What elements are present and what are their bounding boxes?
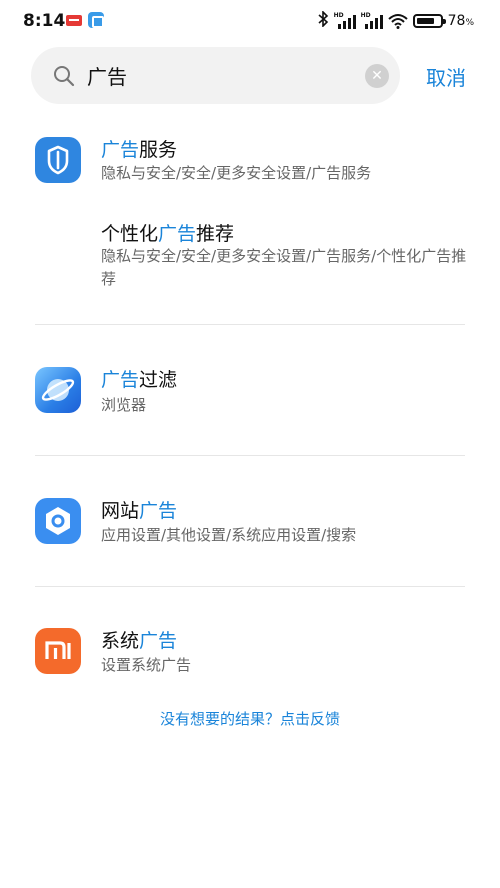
result-path: 浏览器 [101, 396, 147, 414]
result-personalized-ads[interactable]: 个性化广告推荐 隐私与安全/安全/更多安全设置/广告服务/个性化广告推荐 [0, 214, 500, 304]
signal-hd-label: HD [360, 12, 371, 19]
signal-icon-1: HD [333, 12, 356, 29]
notification-app-icon-blue [88, 12, 104, 28]
signal-icon-2: HD [360, 12, 383, 29]
result-title: 广告过滤 [101, 369, 178, 391]
battery-icon [412, 14, 446, 28]
clear-icon[interactable]: ✕ [365, 64, 389, 88]
signal-hd-label: HD [333, 12, 344, 19]
result-title: 系统广告 [101, 630, 178, 652]
notification-app-icon [66, 15, 82, 26]
result-path: 隐私与安全/安全/更多安全设置/广告服务/个性化广告推荐 [101, 247, 467, 288]
shield-icon [35, 137, 81, 183]
hexagon-icon [35, 498, 81, 544]
status-indicators: HD HD 78% [317, 10, 474, 32]
search-input[interactable] [87, 59, 357, 92]
bluetooth-icon [317, 10, 329, 31]
status-time: 8:14 [23, 11, 66, 31]
mi-logo-icon [35, 628, 81, 674]
status-bar: 8:14 HD HD 78% [0, 0, 500, 42]
result-system-ads[interactable]: 系统广告 设置系统广告 [0, 620, 500, 686]
divider [35, 324, 465, 325]
result-ad-service[interactable]: 广告服务 隐私与安全/安全/更多安全设置/广告服务 [0, 130, 500, 200]
wifi-icon [387, 13, 408, 29]
result-path: 隐私与安全/安全/更多安全设置/广告服务 [101, 164, 372, 182]
result-title: 个性化广告推荐 [101, 223, 235, 245]
feedback-link[interactable]: 没有想要的结果？点击反馈 [0, 708, 500, 729]
result-path: 应用设置/其他设置/系统应用设置/搜索 [101, 526, 357, 544]
cancel-button[interactable]: 取消 [426, 62, 466, 91]
divider [35, 586, 465, 587]
result-title: 网站广告 [101, 500, 178, 522]
result-title: 广告服务 [101, 139, 178, 161]
search-box[interactable]: ✕ [31, 47, 400, 104]
search-icon [53, 65, 75, 87]
result-website-ad-filter[interactable]: 网站广告 应用设置/其他设置/系统应用设置/搜索 [0, 490, 500, 556]
browser-icon [35, 367, 81, 413]
result-path: 设置系统广告 [101, 656, 192, 674]
battery-percent: 78% [447, 13, 474, 29]
result-browser-ad-filter[interactable]: 广告过滤 浏览器 [0, 360, 500, 426]
divider [35, 455, 465, 456]
